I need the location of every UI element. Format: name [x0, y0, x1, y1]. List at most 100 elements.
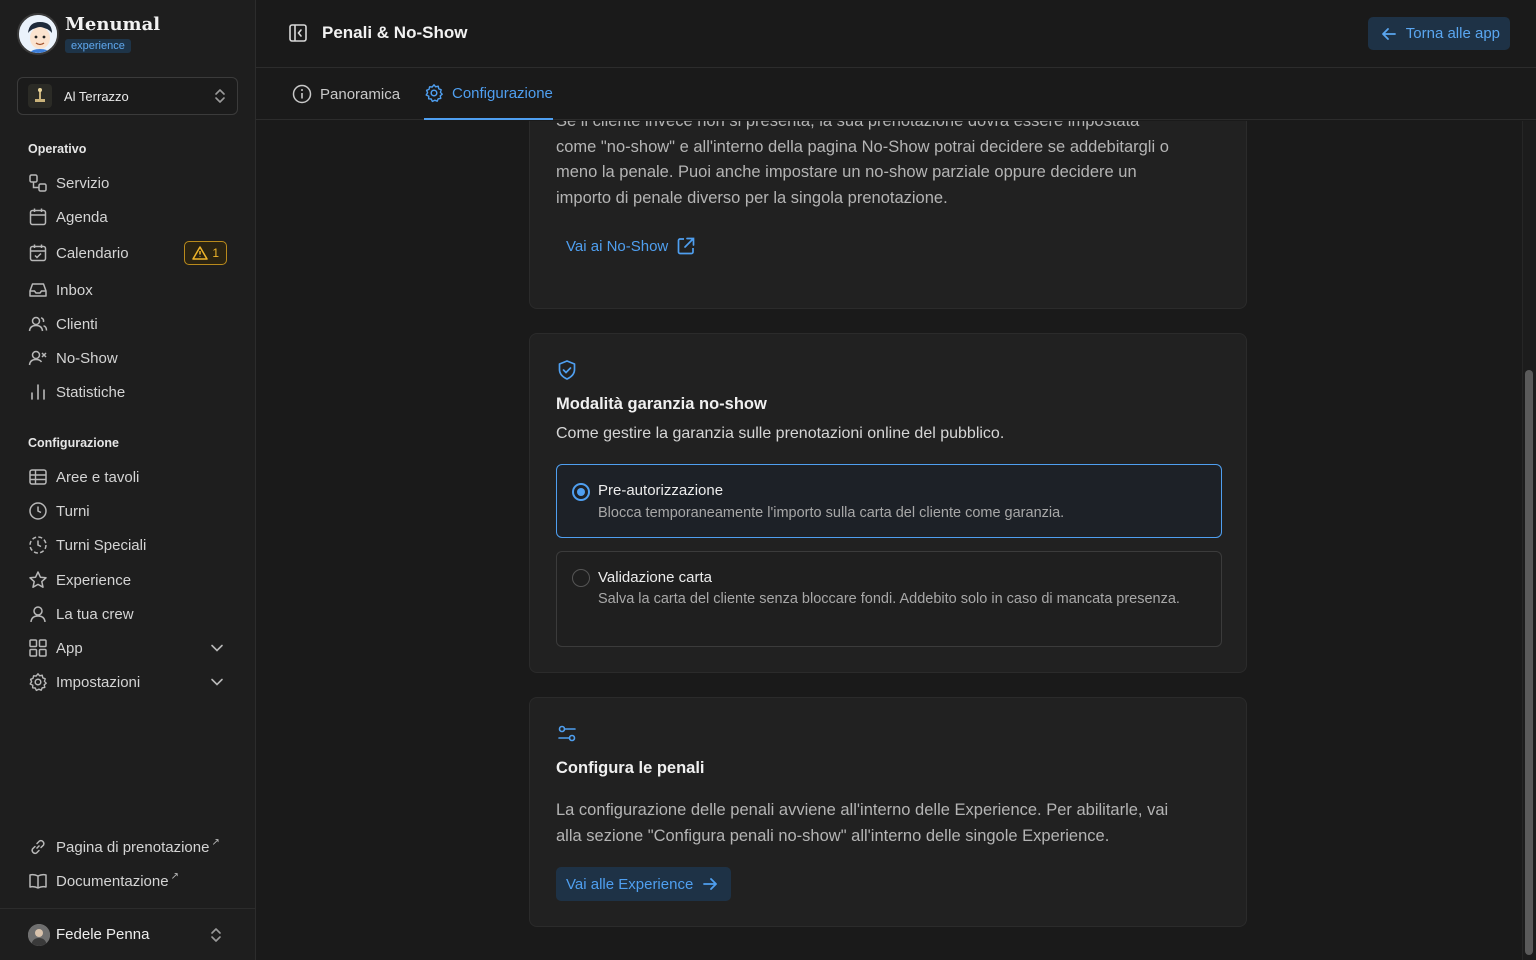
user-menu[interactable]: Fedele Penna [0, 908, 255, 960]
go-to-no-show-link[interactable]: Vai ai No-Show [556, 229, 708, 263]
inbox-icon [28, 280, 48, 300]
brand-logo[interactable]: Menumal experience [17, 13, 160, 55]
header: Penali & No-Show Torna alle app [256, 0, 1536, 68]
sidebar-item-impostazioni[interactable]: Impostazioni [18, 666, 238, 698]
tab-configurazione[interactable]: Configurazione [424, 68, 553, 120]
text-line: importo di penale diverso per la singola… [556, 188, 948, 207]
option-description: Salva la carta del cliente senza bloccar… [598, 591, 1180, 607]
card-title: Modalità garanzia no-show [556, 395, 767, 413]
user-icon [28, 604, 48, 624]
sidebar-item-app[interactable]: App [18, 632, 238, 664]
main-content[interactable]: Se il cliente invece non si presenta, la… [256, 121, 1522, 960]
text-line: La configurazione delle penali avviene a… [556, 801, 1169, 819]
chevron-updown-icon [215, 89, 225, 103]
warning-count: 1 [212, 246, 219, 260]
warning-badge: 1 [184, 241, 227, 265]
warning-icon [192, 246, 209, 260]
link-label: Vai ai No-Show [566, 237, 669, 255]
sidebar-item-servizio[interactable]: Servizio [18, 167, 238, 199]
sidebar-item-label: Documentazione [56, 872, 169, 890]
page-title: Penali & No-Show [322, 23, 468, 42]
sidebar-item-no-show[interactable]: No-Show [18, 342, 238, 374]
sidebar-item-booking-page[interactable]: Pagina di prenotazione ↗ [18, 831, 238, 863]
tab-label: Configurazione [452, 84, 553, 102]
sidebar-item-label: Clienti [56, 315, 98, 333]
sidebar: Menumal experience Al Terrazzo Operativo… [0, 0, 256, 960]
workflow-icon [28, 173, 48, 193]
back-to-apps-button[interactable]: Torna alle app [1367, 17, 1510, 50]
clock-dashed-icon [28, 535, 48, 555]
sliders-icon [558, 725, 576, 742]
user-x-icon [28, 348, 48, 368]
calendar-icon [28, 207, 48, 227]
sidebar-item-turni[interactable]: Turni [18, 495, 238, 527]
sidebar-item-label: Turni [56, 502, 90, 520]
users-icon [28, 314, 48, 334]
sidebar-item-statistiche[interactable]: Statistiche [18, 376, 238, 408]
gear-icon [425, 84, 443, 103]
info-icon [292, 84, 312, 104]
radio-unselected[interactable] [572, 569, 590, 587]
sidebar-collapse-icon[interactable] [288, 23, 308, 43]
chevron-updown-icon [211, 927, 221, 942]
tab-label: Panoramica [320, 85, 401, 103]
venue-logo-icon [28, 84, 52, 108]
radio-selected[interactable] [572, 483, 590, 501]
sidebar-item-label: Calendario [56, 244, 129, 262]
bar-chart-icon [28, 382, 48, 402]
sidebar-item-label: Inbox [56, 281, 93, 299]
brand-name: Menumal [65, 14, 161, 35]
button-label: Vai alle Experience [566, 875, 694, 893]
sidebar-item-label: Impostazioni [56, 673, 141, 691]
external-link-icon [677, 237, 695, 255]
brand-avatar-icon [17, 13, 59, 55]
sidebar-item-crew[interactable]: La tua crew [18, 598, 238, 630]
apps-icon [28, 638, 48, 658]
sidebar-item-inbox[interactable]: Inbox [18, 274, 238, 306]
sidebar-item-label: No-Show [56, 349, 118, 367]
external-link-icon: ↗ [211, 836, 220, 848]
sidebar-item-aree-tavoli[interactable]: Aree e tavoli [18, 461, 238, 493]
tab-panoramica[interactable]: Panoramica [292, 68, 400, 120]
shield-check-icon [558, 360, 576, 380]
penalties-text: La configurazione delle penali avviene a… [556, 798, 1168, 849]
option-description: Blocca temporaneamente l'importo sulla c… [598, 505, 1065, 521]
card-subtitle: Come gestire la garanzia sulle prenotazi… [556, 425, 1005, 442]
section-title-configurazione: Configurazione [28, 436, 119, 450]
venue-name: Al Terrazzo [64, 88, 129, 104]
venue-selector[interactable]: Al Terrazzo [17, 77, 238, 115]
sidebar-item-label: Agenda [56, 208, 108, 226]
text-line: come "no-show" e all'interno della pagin… [556, 137, 1169, 156]
sidebar-item-label: Pagina di prenotazione [56, 838, 210, 856]
sidebar-item-turni-speciali[interactable]: Turni Speciali [18, 529, 238, 561]
configure-penalties-card: Configura le penali La configurazione de… [529, 697, 1247, 927]
text-line: meno la penale. Puoi anche impostare un … [556, 163, 1137, 181]
guarantee-mode-card: Modalità garanzia no-show Come gestire l… [529, 333, 1247, 673]
section-title-operativo: Operativo [28, 142, 87, 156]
back-to-apps-label: Torna alle app [1405, 25, 1500, 42]
no-show-info-card: Se il cliente invece non si presenta, la… [529, 121, 1247, 309]
sidebar-item-calendario[interactable]: Calendario 1 [18, 237, 238, 269]
sidebar-item-agenda[interactable]: Agenda [18, 201, 238, 233]
sidebar-item-docs[interactable]: Documentazione ↗ [18, 865, 238, 897]
arrow-right-icon [703, 878, 718, 890]
go-to-experience-button[interactable]: Vai alle Experience [556, 867, 732, 901]
option-validazione-carta[interactable]: Validazione carta Salva la carta del cli… [556, 551, 1222, 647]
sidebar-item-label: Experience [56, 571, 132, 589]
option-title: Validazione carta [598, 569, 712, 586]
table-grid-icon [28, 467, 48, 487]
arrow-left-icon [1381, 27, 1396, 40]
scrollbar-thumb[interactable] [1525, 370, 1533, 955]
external-link-icon: ↗ [170, 870, 179, 882]
calendar-check-icon [28, 243, 48, 263]
star-icon [28, 570, 48, 590]
gear-icon [28, 672, 48, 692]
no-show-info-text: Se il cliente invece non si presenta, la… [556, 121, 1169, 211]
sidebar-item-label: La tua crew [56, 605, 134, 623]
sidebar-item-label: Turni Speciali [56, 536, 147, 554]
sidebar-item-label: Aree e tavoli [56, 468, 140, 486]
book-icon [28, 871, 48, 891]
option-pre-autorizzazione[interactable]: Pre-autorizzazione Blocca temporaneament… [556, 464, 1222, 538]
sidebar-item-clienti[interactable]: Clienti [18, 308, 238, 340]
sidebar-item-experience[interactable]: Experience [18, 564, 238, 596]
